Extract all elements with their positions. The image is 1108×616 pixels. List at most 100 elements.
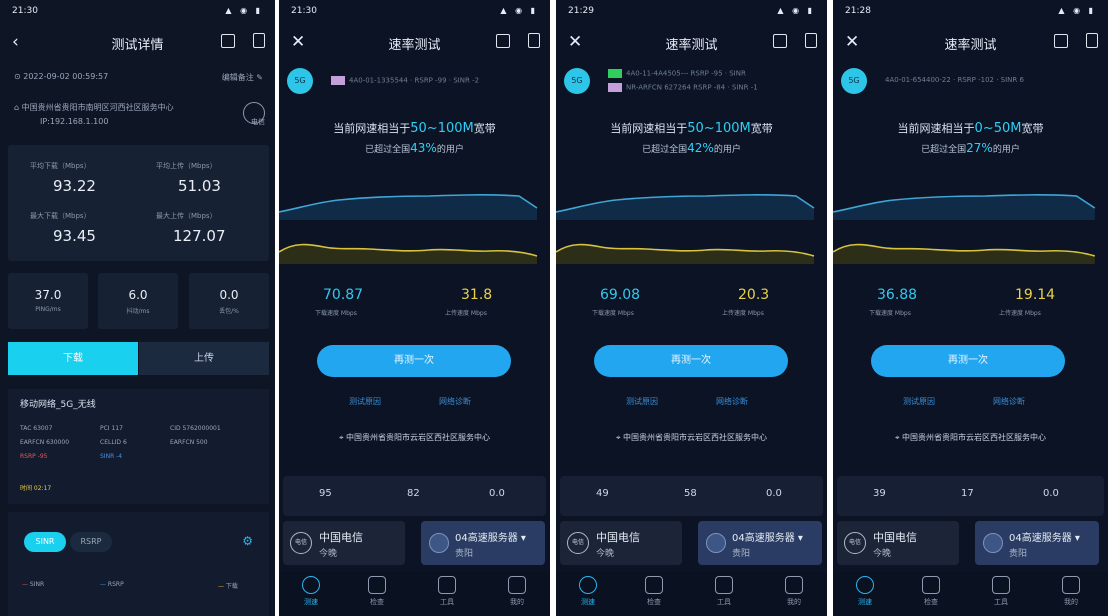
operator-sub: 今晚 <box>596 549 615 559</box>
document-icon[interactable] <box>528 33 540 52</box>
band-text: 4A0-01-654400-22 · RSRP -102 · SINR 6 <box>885 76 1024 84</box>
pill-sinr[interactable]: SINR <box>24 532 66 552</box>
download-label: 下载速度 Mbps <box>315 310 357 317</box>
band-swatch <box>608 69 622 78</box>
tab-upload[interactable]: 上传 <box>139 342 269 375</box>
test-reason-link[interactable]: 测试原因 <box>903 396 935 407</box>
jitter-label: 抖动/ms <box>126 308 150 315</box>
share-icon[interactable] <box>773 33 787 52</box>
latency-strip: 49 58 0.0 <box>560 476 823 516</box>
band-item: 4A0-11-4A4505--- RSRP -95 · SINR <box>608 69 746 78</box>
loss-label: 丢包/% <box>219 308 239 315</box>
header: ✕ 速率测试 <box>556 30 827 56</box>
band-item: 4A0-01-654400-22 · RSRP -102 · SINR 6 <box>885 76 1024 84</box>
check-icon <box>922 576 940 594</box>
operator-card[interactable]: 电信 中国电信 今晚 <box>283 521 405 565</box>
speedometer-icon <box>302 576 320 594</box>
download-speed: 70.87 <box>323 287 364 303</box>
delete-icon[interactable] <box>253 33 265 52</box>
diagnose-link[interactable]: 网络诊断 <box>993 396 1025 407</box>
server-name: 04高速服务器 ▾ <box>455 529 526 544</box>
legend-sinr-label: SINR <box>29 581 45 588</box>
ping-card: 37.0 PING/ms <box>8 273 88 329</box>
test-again-button[interactable]: 再测一次 <box>317 345 511 377</box>
speed-equivalent: 当前网速相当于50~100M宽带 <box>279 120 550 136</box>
share-icon[interactable] <box>1054 33 1068 52</box>
tab-check[interactable]: 检查 <box>634 576 674 607</box>
avg-download-value: 93.22 <box>53 177 96 195</box>
operator-card[interactable]: 电信 中国电信 今晚 <box>560 521 682 565</box>
cell-kv: SINR -4 <box>100 453 123 460</box>
diagnose-link[interactable]: 网络诊断 <box>716 396 748 407</box>
test-again-button[interactable]: 再测一次 <box>871 345 1065 377</box>
cell-header: 移动网络_5G_无线 <box>20 400 96 410</box>
tab-tools[interactable]: 工具 <box>427 576 467 607</box>
tab-profile[interactable]: 我的 <box>774 576 814 607</box>
tab-speedtest-label: 测速 <box>304 598 318 606</box>
location-pin-icon: ⌖ <box>615 433 621 442</box>
test-reason-link[interactable]: 测试原因 <box>349 396 381 407</box>
jitter-value: 17 <box>961 488 974 499</box>
latency-strip: 39 17 0.0 <box>837 476 1104 516</box>
loss-value: 0.0 <box>219 288 239 302</box>
network-mode-badge: 5G <box>287 68 313 94</box>
location: ⌖ 中国贵州省贵阳市云岩区西社区服务中心 <box>279 432 550 443</box>
server-city: 贵阳 <box>455 549 474 559</box>
dl-ul-tabs: 下载 上传 <box>8 342 269 375</box>
avg-download-label: 平均下载（Mbps） <box>30 162 91 170</box>
network-line: 中国贵州省贵阳市南明区河西社区服务中心 <box>21 103 174 112</box>
server-card[interactable]: 04高速服务器 ▾ 贵阳 <box>421 521 545 565</box>
test-again-button[interactable]: 再测一次 <box>594 345 788 377</box>
download-curve <box>279 194 537 220</box>
speed-prefix: 当前网速相当于 <box>333 122 411 135</box>
server-card[interactable]: 04高速服务器 ▾ 贵阳 <box>698 521 822 565</box>
server-name-text: 04高速服务器 <box>1009 533 1072 544</box>
test-reason-link[interactable]: 测试原因 <box>626 396 658 407</box>
edit-note-button[interactable]: 编辑备注 ✎ <box>222 72 263 83</box>
tab-profile[interactable]: 我的 <box>497 576 537 607</box>
server-card[interactable]: 04高速服务器 ▾ 贵阳 <box>975 521 1099 565</box>
share-icon[interactable] <box>496 33 510 52</box>
tab-bar: 测速 检查 工具 我的 <box>279 572 550 616</box>
location-pin-icon: ⌖ <box>894 433 900 442</box>
tab-tools[interactable]: 工具 <box>981 576 1021 607</box>
beat-pct: 27% <box>966 141 993 155</box>
tab-check-label: 检查 <box>924 598 938 606</box>
latency-cards: 37.0 PING/ms 6.0 抖动/ms 0.0 丢包/% <box>8 273 269 329</box>
upload-label: 上传速度 Mbps <box>722 310 764 317</box>
test-date-text: 2022-09-02 00:59:57 <box>23 72 109 81</box>
share-icon[interactable] <box>221 33 235 52</box>
tab-check[interactable]: 检查 <box>911 576 951 607</box>
cell-kv: EARFCN 630000 <box>20 439 70 446</box>
beat-percentage: 已超过全国42%的用户 <box>556 141 827 155</box>
server-name: 04高速服务器 ▾ <box>732 529 803 544</box>
pill-rsrp[interactable]: RSRP <box>70 532 112 552</box>
max-upload-label: 最大上传（Mbps） <box>156 212 217 220</box>
speed-graph <box>279 194 538 264</box>
tab-speedtest[interactable]: 测速 <box>291 576 331 607</box>
settings-icon[interactable]: ⚙ <box>242 534 253 548</box>
status-time: 21:28 <box>845 6 871 16</box>
document-icon[interactable] <box>1086 33 1098 52</box>
tab-check[interactable]: 检查 <box>357 576 397 607</box>
location: ⌖ 中国贵州省贵阳市云岩区西社区服务中心 <box>556 432 827 443</box>
tab-profile[interactable]: 我的 <box>1051 576 1091 607</box>
ping-value: 49 <box>596 488 609 499</box>
beat-pct: 42% <box>687 141 714 155</box>
speed-test-panel: 21:28 ▲ ◉ ▮ ✕ 速率测试 5G 4A0-01-654400-22 ·… <box>833 0 1108 616</box>
tab-speedtest[interactable]: 测速 <box>568 576 608 607</box>
band-swatch <box>608 83 622 92</box>
status-bar: 21:30 ▲ ◉ ▮ <box>291 6 538 20</box>
tab-speedtest[interactable]: 测速 <box>845 576 885 607</box>
operator-icon: 电信 <box>844 532 866 554</box>
server-city: 贵阳 <box>1009 549 1028 559</box>
network-mode-badge: 5G <box>564 68 590 94</box>
user-icon <box>508 576 526 594</box>
band-text: NR-ARFCN 627264 RSRP -84 · SINR -1 <box>626 83 758 92</box>
jitter-value: 6.0 <box>128 288 148 302</box>
diagnose-link[interactable]: 网络诊断 <box>439 396 471 407</box>
operator-card[interactable]: 电信 中国电信 今晚 <box>837 521 959 565</box>
document-icon[interactable] <box>805 33 817 52</box>
tab-download[interactable]: 下载 <box>8 342 138 375</box>
tab-tools[interactable]: 工具 <box>704 576 744 607</box>
